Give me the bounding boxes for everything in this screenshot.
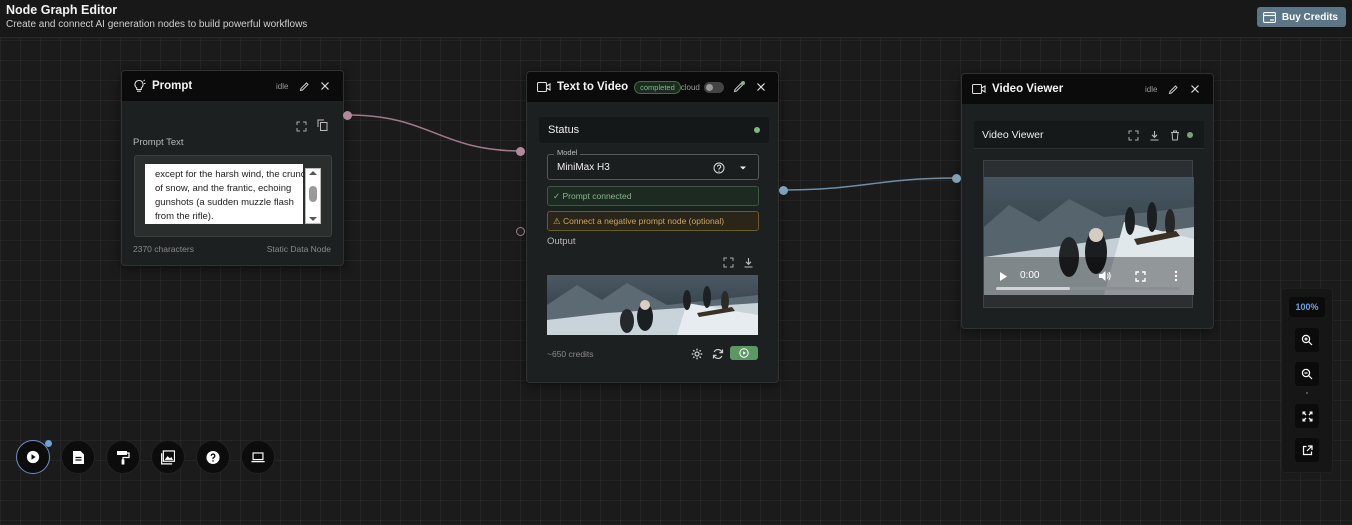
more-options-icon[interactable] xyxy=(1169,269,1183,283)
refresh-icon[interactable] xyxy=(711,347,725,361)
gallery-button[interactable] xyxy=(151,440,185,474)
status-row: Status xyxy=(539,117,769,143)
node-type: Static Data Node xyxy=(266,244,331,254)
mode-label: cloud xyxy=(680,82,700,92)
output-video-thumbnail[interactable] xyxy=(547,275,758,335)
document-button[interactable] xyxy=(61,440,95,474)
zoom-in-button[interactable] xyxy=(1295,328,1319,352)
download-icon[interactable] xyxy=(741,255,755,269)
model-value: MiniMax H3 xyxy=(557,161,610,173)
t2v-output-port[interactable] xyxy=(779,186,788,195)
gear-icon[interactable] xyxy=(690,347,704,361)
credits-cost: ~650 credits xyxy=(547,349,594,359)
play-circle-icon xyxy=(737,346,751,360)
prompt-connected-status: ✓ Prompt connected xyxy=(547,186,759,206)
play-icon[interactable] xyxy=(996,269,1010,283)
copy-icon[interactable] xyxy=(315,118,329,132)
play-icon xyxy=(26,450,40,464)
output-label: Output xyxy=(547,236,576,247)
status-indicator xyxy=(754,127,760,133)
model-select[interactable]: MiniMax H3 xyxy=(547,154,759,180)
video-time: 0:00 xyxy=(1020,270,1040,281)
chevron-down-icon xyxy=(736,161,750,175)
close-icon[interactable] xyxy=(318,79,332,93)
prompt-text-label: Prompt Text xyxy=(133,137,184,148)
help-icon[interactable] xyxy=(712,161,726,175)
zoom-panel: 100% xyxy=(1281,288,1333,473)
cloud-toggle[interactable] xyxy=(703,81,724,93)
video-viewer-node[interactable]: Video Viewer idle Video Viewer 0:00 xyxy=(961,73,1214,329)
prompt-output-port[interactable] xyxy=(343,111,352,120)
status-label: Status xyxy=(548,124,580,136)
viewer-status: idle xyxy=(1145,85,1158,94)
expand-icon[interactable] xyxy=(1126,128,1140,142)
prompt-textarea[interactable]: except for the harsh wind, the crunch of… xyxy=(145,164,311,224)
prompt-scrollbar[interactable] xyxy=(305,168,321,224)
t2v-prompt-input-port[interactable] xyxy=(516,147,525,156)
open-external-button[interactable] xyxy=(1295,438,1319,462)
viewer-input-port[interactable] xyxy=(952,174,961,183)
laptop-icon xyxy=(251,450,265,464)
volume-icon[interactable] xyxy=(1097,269,1111,283)
prompt-node[interactable]: Prompt idle Prompt Text except for the h… xyxy=(121,70,344,266)
notification-dot xyxy=(45,440,52,447)
prompt-textarea-wrapper: except for the harsh wind, the crunch of… xyxy=(134,155,332,237)
close-icon[interactable] xyxy=(754,80,768,94)
paint-roller-icon xyxy=(116,450,130,464)
video-wire xyxy=(782,177,957,191)
text-to-video-node[interactable]: Text to Video completed cloud Status Min… xyxy=(526,71,779,383)
video-player[interactable]: 0:00 xyxy=(984,177,1194,295)
download-icon[interactable] xyxy=(1147,128,1161,142)
prompt-node-title: Prompt xyxy=(152,80,193,92)
video-frame: 0:00 xyxy=(983,160,1194,308)
char-count: 2370 characters xyxy=(133,244,194,254)
video-controls: 0:00 xyxy=(984,263,1194,295)
video-camera-icon xyxy=(972,82,986,96)
viewer-node-header[interactable]: Video Viewer idle xyxy=(962,74,1213,104)
expand-icon[interactable] xyxy=(721,255,735,269)
viewer-inner-header: Video Viewer xyxy=(974,121,1204,149)
prompt-node-header[interactable]: Prompt idle xyxy=(122,71,343,101)
help-icon xyxy=(206,450,220,464)
zoom-in-icon xyxy=(1300,333,1314,347)
viewer-status-indicator xyxy=(1187,132,1193,138)
pencil-icon[interactable] xyxy=(1166,82,1180,96)
model-label: Model xyxy=(554,148,581,157)
trash-icon[interactable] xyxy=(1168,128,1182,142)
zoom-level: 100% xyxy=(1289,297,1325,317)
paint-button[interactable] xyxy=(106,440,140,474)
prompt-status: idle xyxy=(276,82,289,91)
zoom-out-button[interactable] xyxy=(1295,362,1319,386)
run-button[interactable] xyxy=(730,346,758,360)
video-camera-icon xyxy=(537,80,551,94)
lightbulb-icon xyxy=(132,79,146,93)
fullscreen-icon[interactable] xyxy=(1133,269,1147,283)
zoom-divider-dot xyxy=(1306,392,1308,394)
fit-view-button[interactable] xyxy=(1295,404,1319,428)
document-icon xyxy=(71,450,85,464)
help-button[interactable] xyxy=(196,440,230,474)
viewer-node-title: Video Viewer xyxy=(992,83,1064,95)
run-workflow-button[interactable] xyxy=(16,440,52,474)
video-progress-bar[interactable] xyxy=(996,287,1180,290)
prompt-wire xyxy=(347,114,522,152)
zoom-out-icon xyxy=(1300,367,1314,381)
viewer-inner-title: Video Viewer xyxy=(982,128,1044,141)
close-icon[interactable] xyxy=(1188,82,1202,96)
t2v-node-title: Text to Video xyxy=(557,81,629,93)
t2v-negative-input-port[interactable] xyxy=(516,227,525,236)
external-link-icon xyxy=(1300,443,1314,457)
expand-icon[interactable] xyxy=(294,119,308,133)
prompt-text-content: except for the harsh wind, the crunch of… xyxy=(155,169,311,222)
image-icon xyxy=(161,449,175,464)
pencil-icon[interactable] xyxy=(732,80,746,94)
status-badge: completed xyxy=(634,80,681,94)
negative-prompt-hint: ⚠ Connect a negative prompt node (option… xyxy=(547,211,759,231)
device-button[interactable] xyxy=(241,440,275,474)
fit-view-icon xyxy=(1300,409,1314,423)
pencil-icon[interactable] xyxy=(297,79,311,93)
t2v-node-header[interactable]: Text to Video completed cloud xyxy=(527,72,778,102)
